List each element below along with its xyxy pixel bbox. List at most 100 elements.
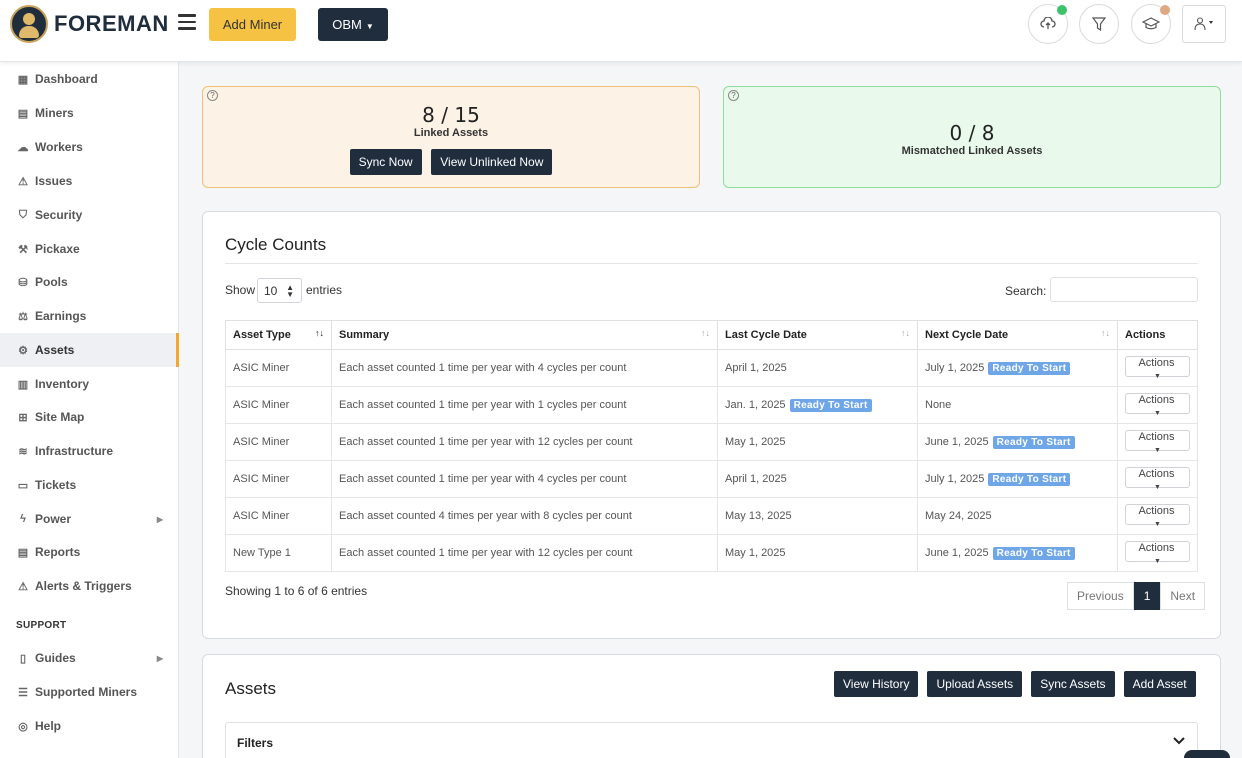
row-actions-button[interactable]: Actions ▼	[1125, 429, 1190, 454]
hamburger-menu-icon[interactable]	[178, 14, 196, 30]
table-row: ASIC Miner Each asset counted 1 time per …	[225, 349, 1198, 387]
upload-assets-button[interactable]: Upload Assets	[927, 671, 1023, 697]
upload-cloud-icon[interactable]	[1028, 4, 1068, 44]
cell-actions: Actions ▼	[1117, 423, 1198, 461]
sidebar-item-alerts-triggers[interactable]: ⚠ Alerts & Triggers	[0, 569, 179, 603]
chevron-right-icon: ▶	[156, 514, 163, 524]
cell-last-cycle-date: Jan. 1, 2025 Ready To Start	[717, 386, 918, 424]
actions-label: Actions	[1138, 467, 1175, 480]
next-date: May 24, 2025	[925, 510, 992, 522]
cell-actions: Actions ▼	[1117, 497, 1198, 535]
sidebar-item-dashboard[interactable]: ▦ Dashboard	[0, 62, 179, 96]
brand-name[interactable]: FOREMAN	[54, 11, 169, 37]
sidebar-item-issues[interactable]: ⚠ Issues	[0, 164, 179, 198]
col-actions: Actions	[1117, 320, 1198, 350]
cell-summary: Each asset counted 1 time per year with …	[331, 386, 718, 424]
sidebar-item-inventory[interactable]: ▥ Inventory	[0, 367, 179, 401]
entries-select[interactable]: 10 ▲ ▼	[257, 278, 302, 303]
last-date: April 1, 2025	[725, 362, 787, 374]
cell-next-cycle-date: May 24, 2025	[917, 497, 1118, 535]
linked-assets-card: ? 8 / 15 Linked Assets Sync Now View Unl…	[202, 86, 700, 188]
sidebar-item-security[interactable]: ⛉ Security	[0, 198, 179, 232]
row-actions-button[interactable]: Actions ▼	[1125, 355, 1190, 380]
graduation-cap-icon[interactable]	[1131, 4, 1171, 44]
col-next-cycle-date[interactable]: Next Cycle Date ↑↓	[917, 320, 1118, 350]
sidebar-item-help[interactable]: ◎ Help	[0, 709, 179, 743]
shield-icon: ⛉	[18, 208, 28, 221]
search-label: Search:	[1005, 284, 1047, 298]
next-page-button[interactable]: Next	[1160, 582, 1206, 610]
sidebar-item-label: Security	[35, 208, 83, 222]
view-unlinked-button[interactable]: View Unlinked Now	[431, 149, 553, 175]
col-last-cycle-date[interactable]: Last Cycle Date ↑↓	[717, 320, 918, 350]
page-1-button[interactable]: 1	[1133, 582, 1161, 610]
table-row: ASIC Miner Each asset counted 4 times per…	[225, 497, 1198, 535]
cell-last-cycle-date: May 1, 2025	[717, 534, 918, 572]
cell-asset-type: New Type 1	[225, 534, 332, 572]
sidebar-item-guides[interactable]: ▯ Guides ▶	[0, 641, 179, 675]
table-header-row: Asset Type ↑↓ Summary ↑↓ Last Cycle Date ↑↓…	[225, 320, 1198, 350]
sidebar-item-power[interactable]: ϟ Power ▶	[0, 502, 179, 536]
view-history-button[interactable]: View History	[834, 671, 919, 697]
filter-icon[interactable]	[1079, 4, 1119, 44]
previous-page-button[interactable]: Previous	[1067, 582, 1134, 610]
sidebar-item-pickaxe[interactable]: ⚒ Pickaxe	[0, 232, 179, 266]
sidebar-item-label: Inventory	[35, 377, 90, 391]
col-label: Summary	[339, 329, 390, 341]
foreman-logo-icon[interactable]	[10, 5, 48, 43]
sidebar-item-miners[interactable]: ▤ Miners	[0, 96, 179, 130]
help-icon[interactable]: ?	[728, 90, 739, 101]
sort-icon: ↑↓	[315, 328, 324, 338]
status-badge: Ready To Start	[988, 361, 1071, 375]
sidebar-item-pools[interactable]: ⛁ Pools	[0, 265, 179, 299]
caret-down-icon: ▼	[1154, 557, 1161, 565]
status-badge: Ready To Start	[992, 435, 1075, 449]
sidebar-item-workers[interactable]: ☁ Workers	[0, 130, 179, 164]
row-actions-button[interactable]: Actions ▼	[1125, 392, 1190, 417]
sync-assets-button[interactable]: Sync Assets	[1031, 671, 1115, 697]
org-select-button[interactable]: OBM ▼	[318, 8, 388, 41]
mismatched-assets-card: ? 0 / 8 Mismatched Linked Assets	[723, 86, 1221, 188]
sidebar-item-reports[interactable]: ▤ Reports	[0, 535, 179, 569]
sidebar-item-site-map[interactable]: ⊞ Site Map	[0, 400, 179, 434]
sort-icon: ↑↓	[901, 328, 910, 338]
sidebar-item-supported-miners[interactable]: ☰ Supported Miners	[0, 675, 179, 709]
user-menu-button[interactable]	[1182, 5, 1226, 43]
pools-icon: ⛁	[18, 276, 28, 289]
col-label: Next Cycle Date	[925, 329, 1009, 341]
next-date: June 1, 2025	[925, 546, 989, 559]
sort-icon: ↑↓	[701, 328, 710, 338]
next-date: None	[925, 399, 952, 411]
sidebar-item-assets[interactable]: ⚙ Assets	[0, 333, 179, 367]
sidebar-item-tickets[interactable]: ▭ Tickets	[0, 468, 179, 502]
mismatched-label: Mismatched Linked Assets	[901, 145, 1043, 157]
sidebar-item-label: Pools	[35, 275, 68, 289]
cell-next-cycle-date: None	[917, 386, 1118, 424]
sidebar-item-label: Assets	[35, 343, 75, 357]
col-summary[interactable]: Summary ↑↓	[331, 320, 718, 350]
search-input[interactable]	[1050, 277, 1198, 302]
sync-now-button[interactable]: Sync Now	[349, 149, 422, 175]
ticket-icon: ▭	[17, 479, 29, 492]
row-actions-button[interactable]: Actions ▼	[1125, 466, 1190, 491]
filters-panel[interactable]: Filters	[225, 722, 1198, 758]
caret-down-icon: ▼	[1154, 446, 1161, 454]
chat-widget-button[interactable]	[1184, 750, 1230, 758]
sidebar-item-infrastructure[interactable]: ≋ Infrastructure	[0, 434, 179, 468]
actions-label: Actions	[1138, 393, 1175, 406]
list-icon: ☰	[18, 686, 28, 699]
col-asset-type[interactable]: Asset Type ↑↓	[225, 320, 332, 350]
cell-asset-type: ASIC Miner	[225, 497, 332, 535]
sidebar-item-earnings[interactable]: ⚖ Earnings	[0, 299, 179, 333]
cell-asset-type: ASIC Miner	[225, 386, 332, 424]
cell-next-cycle-date: June 1, 2025 Ready To Start	[917, 423, 1118, 461]
table-row: New Type 1 Each asset counted 1 time per …	[225, 534, 1198, 572]
filters-label: Filters	[237, 736, 274, 750]
add-miner-button[interactable]: Add Miner	[209, 8, 296, 41]
row-actions-button[interactable]: Actions ▼	[1125, 503, 1190, 528]
add-asset-button[interactable]: Add Asset	[1123, 671, 1196, 697]
next-date: June 1, 2025	[925, 435, 989, 448]
help-icon[interactable]: ?	[207, 90, 218, 101]
layers-icon: ≋	[18, 445, 28, 458]
row-actions-button[interactable]: Actions ▼	[1125, 540, 1190, 565]
